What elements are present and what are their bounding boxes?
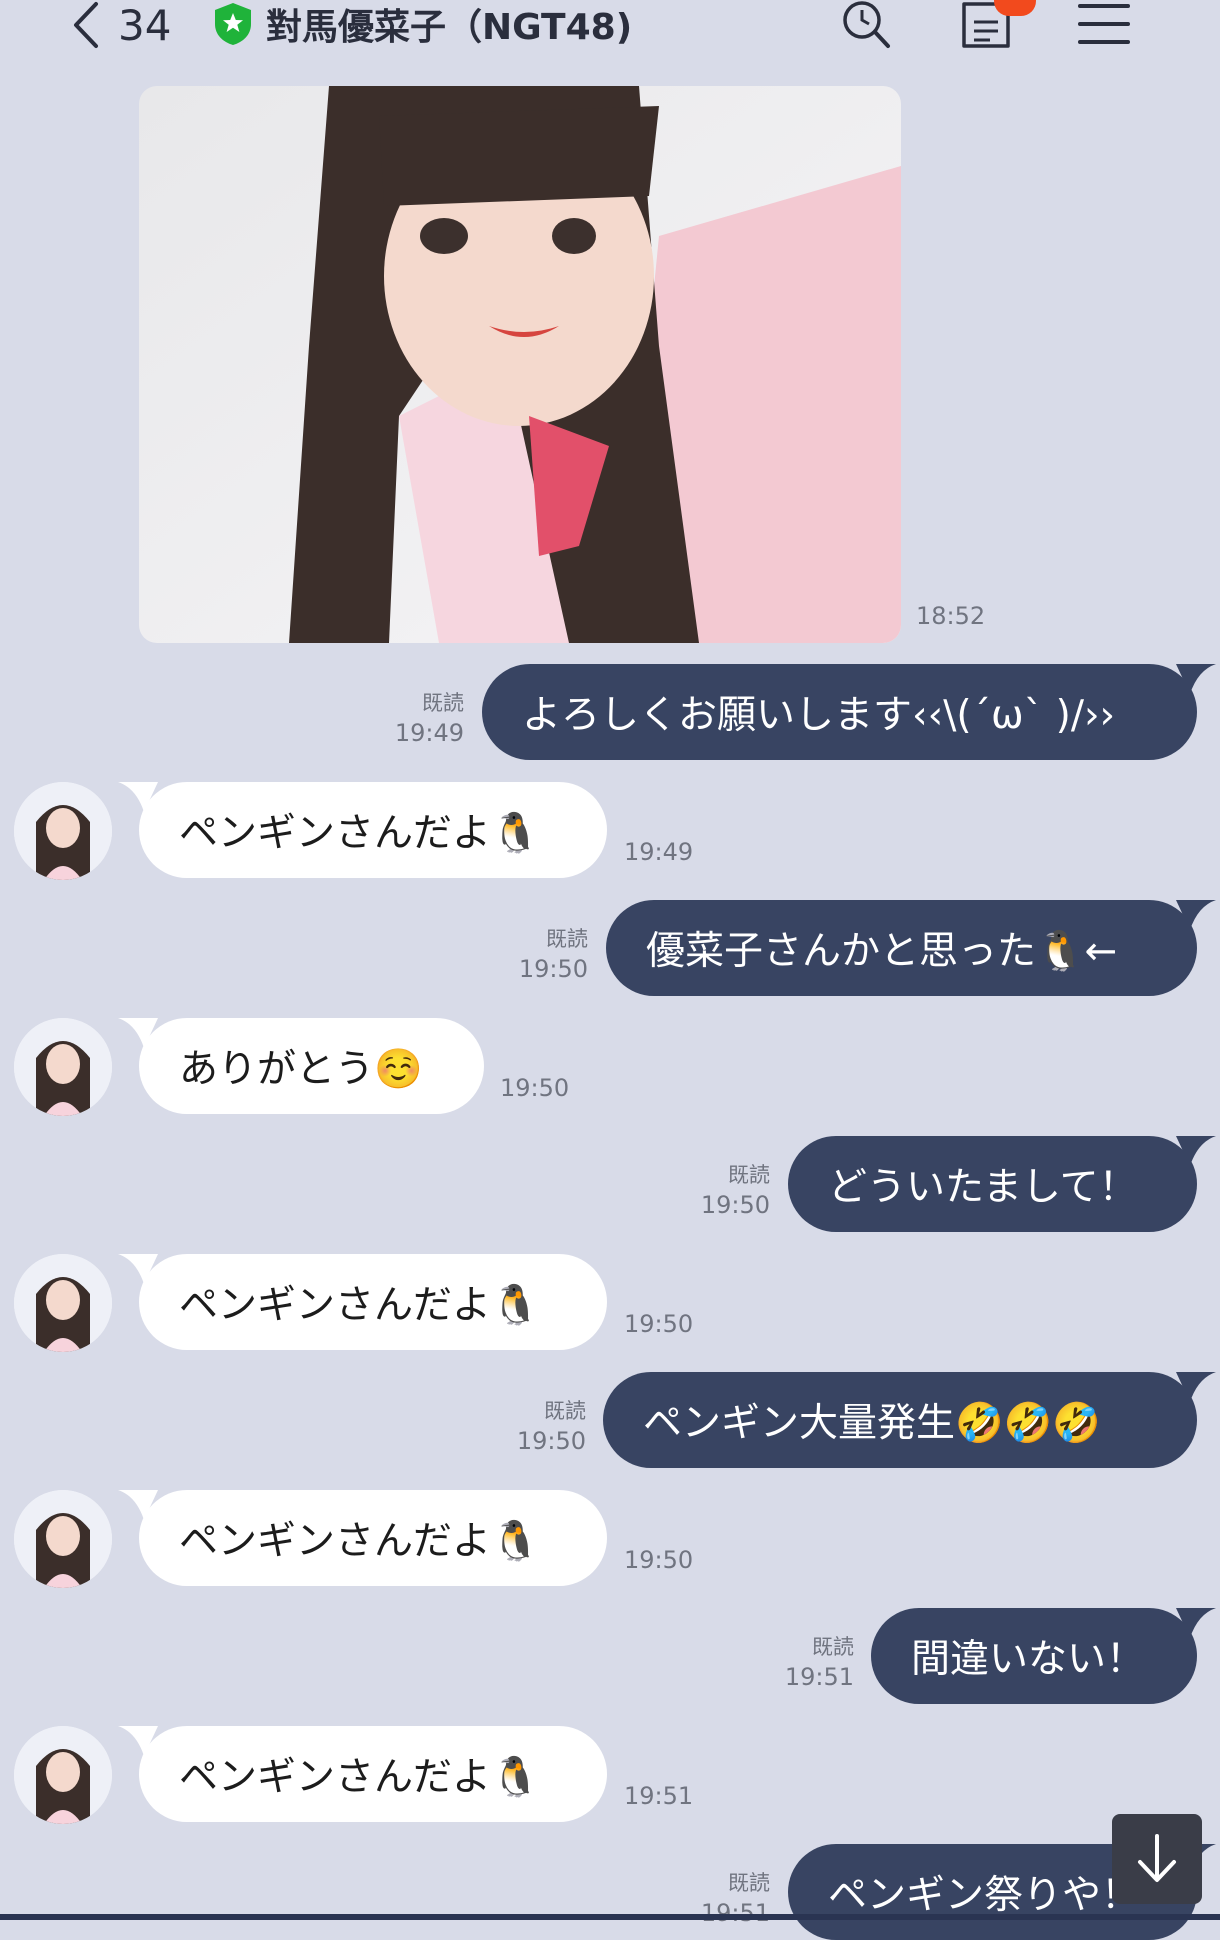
message-time: 19:51 [784,1663,854,1691]
avatar[interactable] [14,1726,112,1824]
avatar[interactable] [14,782,112,880]
bubble-tail [1176,1608,1216,1638]
shield-star-icon [215,3,251,45]
message-time: 19:51 [700,1899,770,1927]
hamburger-menu-icon [1078,4,1130,44]
unread-count: 34 [118,0,172,50]
message-meta: 既読 19:50 [500,924,588,984]
message-time: 19:51 [624,1782,694,1810]
message-text: ペンギン大量発生🤣🤣🤣 [643,1401,1101,1446]
avatar[interactable] [14,1490,112,1588]
message-time: 19:50 [624,1546,694,1574]
message-time: 19:50 [624,1310,694,1338]
photo-message[interactable] [139,86,901,643]
message-time: 19:49 [394,719,464,747]
read-receipt: 既読 [728,1163,770,1187]
message-text: ペンギンさんだよ🐧 [179,1283,540,1328]
avatar[interactable] [14,1018,112,1116]
search-icon [843,1,890,48]
arrow-down-icon [1138,1834,1176,1882]
message-meta: 既読 19:49 [376,688,464,748]
scroll-to-bottom-button[interactable] [1112,1814,1202,1904]
message-text: ありがとう☺️ [179,1047,423,1092]
incoming-message[interactable]: ペンギンさんだよ🐧 [139,1490,607,1586]
read-receipt: 既読 [544,1399,586,1423]
message-text: ペンギンさんだよ🐧 [179,1755,540,1800]
outgoing-message[interactable]: 優菜子さんかと思った🐧← [606,900,1197,996]
message-meta: 既読 19:51 [766,1632,854,1692]
message-time: 19:50 [518,955,588,983]
back-button[interactable]: 34 [70,0,171,50]
chevron-left-icon [74,2,98,48]
message-meta: 既読 19:50 [498,1396,586,1456]
chat-title[interactable]: 對馬優菜子（NGT48) [212,0,632,48]
bubble-tail [1176,900,1216,930]
avatar-image [14,1726,112,1824]
outgoing-message[interactable]: 間違いない！ [871,1608,1197,1704]
incoming-message[interactable]: ありがとう☺️ [139,1018,484,1114]
menu-button[interactable] [1076,0,1132,50]
avatar-image [14,1018,112,1116]
message-text: ペンギンさんだよ🐧 [179,811,540,856]
read-receipt: 既読 [546,927,588,951]
message-time: 18:52 [916,602,986,630]
message-time: 19:49 [624,838,694,866]
bottom-edge [0,1914,1220,1920]
message-text: 優菜子さんかと思った🐧← [646,929,1118,974]
avatar[interactable] [14,1254,112,1352]
avatar-image [14,1254,112,1352]
message-text: よろしくお願いします‹‹\(´ω` )/›› [522,693,1116,738]
message-text: ペンギンさんだよ🐧 [179,1519,540,1564]
read-receipt: 既読 [812,1635,854,1659]
bubble-tail [1176,1372,1216,1402]
incoming-message[interactable]: ペンギンさんだよ🐧 [139,782,607,878]
message-meta: 既読 19:50 [682,1160,770,1220]
message-time: 19:50 [516,1427,586,1455]
message-time: 19:50 [700,1191,770,1219]
message-text: どういたまして！ [828,1165,1138,1210]
search-button[interactable] [838,0,894,50]
message-time: 19:50 [500,1074,570,1102]
incoming-message[interactable]: ペンギンさんだよ🐧 [139,1726,607,1822]
notification-badge [994,0,1036,16]
portrait-photo [139,86,901,643]
contact-name: 對馬優菜子（NGT48) [266,7,633,48]
outgoing-message[interactable]: ペンギン大量発生🤣🤣🤣 [603,1372,1197,1468]
message-text: ペンギン祭りや！ [828,1873,1141,1918]
incoming-message[interactable]: ペンギンさんだよ🐧 [139,1254,607,1350]
avatar-image [14,782,112,880]
avatar-image [14,1490,112,1588]
read-receipt: 既読 [728,1871,770,1895]
read-receipt: 既読 [422,691,464,715]
outgoing-message[interactable]: よろしくお願いします‹‹\(´ω` )/›› [482,664,1197,760]
message-text: 間違いない！ [911,1637,1146,1682]
bubble-tail [1176,664,1216,694]
outgoing-message[interactable]: どういたまして！ [788,1136,1197,1232]
bubble-tail [1176,1136,1216,1166]
chat-header: 34 對馬優菜子（NGT48) [0,0,1220,70]
